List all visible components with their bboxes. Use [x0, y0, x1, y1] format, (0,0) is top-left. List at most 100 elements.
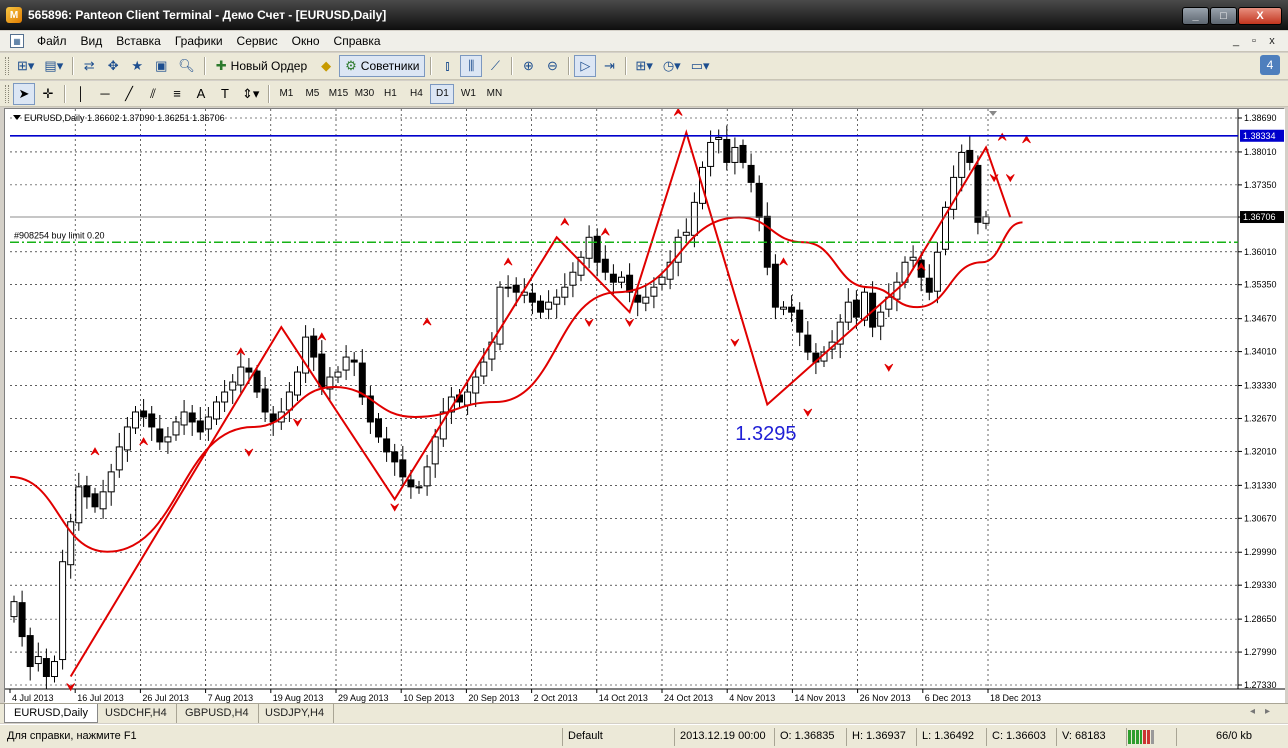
bear-candle	[91, 493, 99, 508]
market-watch-icon[interactable]: ⇄	[78, 55, 100, 77]
bear-candle	[26, 635, 34, 668]
toolbar-grip[interactable]	[5, 84, 9, 103]
vertical-line-icon[interactable]: │	[70, 83, 92, 105]
menu-file[interactable]: Файл	[30, 34, 74, 48]
minimize-button[interactable]: _	[1182, 7, 1209, 25]
toolbar-separator	[72, 57, 74, 75]
price-tick-label: 1.28650	[1244, 614, 1277, 624]
equidistant-channel-icon[interactable]: ⫽	[142, 83, 164, 105]
chart-window[interactable]: 1.38690 1.38010 1.37350 1.36010 1.35350 1.346…	[4, 108, 1285, 703]
bull-candle	[59, 561, 67, 661]
status-profile[interactable]: Default	[562, 728, 674, 746]
line-chart-icon[interactable]: ⟋	[484, 55, 506, 77]
cursor-icon[interactable]: ➤	[13, 82, 35, 105]
chart-background	[5, 109, 1285, 703]
new-order-icon: ✚	[215, 58, 227, 73]
timeframe-mn[interactable]: MN	[482, 84, 506, 104]
menu-tools[interactable]: Сервис	[230, 34, 285, 48]
date-tick-label: 4 Jul 2013	[12, 693, 54, 703]
connection-bars-icon	[1128, 730, 1155, 744]
menu-insert[interactable]: Вставка	[109, 34, 168, 48]
tab-eurusd-daily[interactable]: EURUSD,Daily	[4, 704, 98, 723]
zoom-in-icon[interactable]: ⊕	[517, 55, 539, 77]
bull-candle	[431, 436, 439, 465]
menu-charts[interactable]: Графики	[168, 34, 230, 48]
tab-usdjpy-h4[interactable]: USDJPY,H4	[256, 704, 335, 723]
chart-window-icon[interactable]: ▦	[10, 34, 24, 48]
horizontal-line-icon[interactable]: ─	[94, 83, 116, 105]
trendline-icon[interactable]: ╱	[118, 83, 140, 105]
bull-candle	[221, 391, 229, 403]
mdi-minimize-button[interactable]: _	[1228, 33, 1244, 49]
bar-chart-icon[interactable]: ⫾	[436, 55, 458, 77]
price-tick-label: 1.33330	[1244, 381, 1277, 391]
tab-scroll-arrows-icon[interactable]: ◂▸	[1250, 706, 1280, 717]
indicators-icon[interactable]: ⊞▾	[631, 55, 656, 77]
bear-candle	[771, 263, 779, 308]
tab-gbpusd-h4[interactable]: GBPUSD,H4	[176, 704, 259, 723]
app-logo-icon: M	[6, 7, 22, 23]
chart-shift-icon[interactable]: ⇥	[598, 55, 620, 77]
timeframe-m30[interactable]: M30	[352, 84, 376, 104]
arrows-icon[interactable]: ⇕▾	[238, 83, 263, 105]
text-tool-icon[interactable]: A	[190, 83, 212, 105]
price-tick-label: 1.29990	[1244, 547, 1277, 557]
experts-icon: ⚙	[345, 58, 357, 73]
terminal-icon[interactable]: ▣	[150, 55, 172, 77]
mdi-close-button[interactable]: x	[1264, 33, 1280, 49]
bear-candle	[593, 235, 601, 263]
new-order-button[interactable]: ✚ Новый Ордер	[210, 55, 313, 77]
timeframe-h4[interactable]: H4	[404, 84, 428, 104]
text-label-icon[interactable]: T	[214, 83, 236, 105]
date-tick-label: 20 Sep 2013	[468, 693, 519, 703]
close-button[interactable]: X	[1238, 7, 1282, 25]
profiles-icon[interactable]: ▤▾	[40, 55, 67, 77]
price-chart[interactable]: 1.38690 1.38010 1.37350 1.36010 1.35350 1.346…	[5, 109, 1285, 703]
bull-candle	[553, 296, 561, 305]
timeframe-d1[interactable]: D1	[430, 83, 455, 104]
title-bar[interactable]: M 565896: Panteon Client Terminal - Демо…	[0, 0, 1288, 30]
candlestick-chart-icon[interactable]: ⫼	[460, 55, 483, 77]
fibonacci-icon[interactable]: ≡	[166, 83, 188, 105]
expert-count-badge[interactable]: 4	[1260, 55, 1280, 75]
bull-candle	[561, 286, 569, 298]
timeframe-w1[interactable]: W1	[456, 84, 480, 104]
navigator-icon[interactable]: ★	[126, 55, 148, 77]
strategy-tester-icon[interactable]: 🔍︎	[174, 55, 199, 77]
toolbar-grip[interactable]	[5, 57, 9, 75]
metaeditor-icon[interactable]: ◆	[315, 55, 337, 77]
menu-window[interactable]: Окно	[285, 34, 327, 48]
zoom-out-icon[interactable]: ⊖	[541, 55, 563, 77]
bear-candle	[83, 485, 91, 498]
new-order-label: Новый Ордер	[230, 59, 308, 73]
price-tick-label: 1.35350	[1244, 280, 1277, 290]
periods-icon[interactable]: ◷▾	[659, 55, 685, 77]
timeframe-h1[interactable]: H1	[378, 84, 402, 104]
date-tick-label: 10 Sep 2013	[403, 693, 454, 703]
auto-scroll-icon[interactable]: ▷	[574, 55, 597, 77]
bear-candle	[528, 292, 536, 303]
mdi-restore-button[interactable]: ▫	[1246, 33, 1262, 49]
maximize-button[interactable]: □	[1210, 7, 1237, 25]
bear-candle	[601, 258, 609, 273]
experts-button[interactable]: ⚙ Советники	[339, 55, 426, 77]
crosshair-icon[interactable]: ✛	[37, 83, 59, 105]
bull-candle	[180, 411, 188, 426]
bull-candle	[342, 356, 350, 371]
timeframe-m5[interactable]: M5	[300, 84, 324, 104]
timeframe-m15[interactable]: M15	[326, 84, 350, 104]
new-chart-icon[interactable]: ⊞▾	[13, 55, 38, 77]
templates-icon[interactable]: ▭▾	[687, 55, 714, 77]
price-tick-label: 1.32670	[1244, 413, 1277, 423]
tab-usdchf-h4[interactable]: USDCHF,H4	[96, 704, 177, 723]
terminal-window: M 565896: Panteon Client Terminal - Демо…	[0, 0, 1288, 748]
data-window-icon[interactable]: ✥	[102, 55, 124, 77]
status-open: O: 1.36835	[774, 728, 846, 746]
menu-view[interactable]: Вид	[74, 34, 110, 48]
menu-help[interactable]: Справка	[327, 34, 388, 48]
price-tick-label: 1.29330	[1244, 580, 1277, 590]
timeframe-m1[interactable]: M1	[274, 84, 298, 104]
bear-candle	[261, 388, 269, 413]
bear-candle	[310, 335, 318, 358]
toolbar-separator	[625, 57, 627, 75]
